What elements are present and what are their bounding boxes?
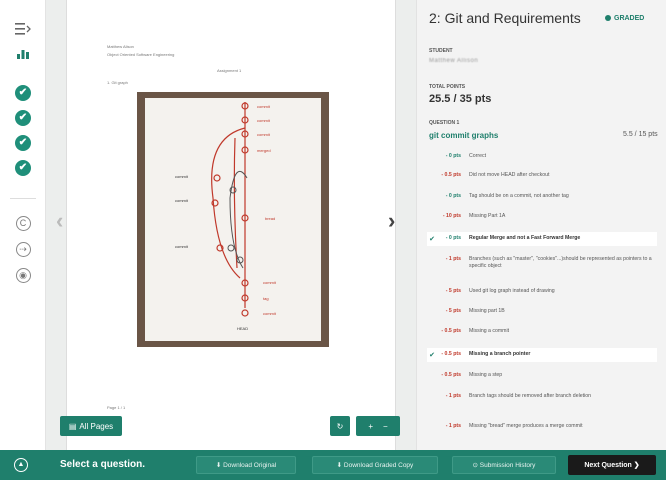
rotate-button[interactable]: ↻ <box>330 416 350 436</box>
svg-text:commit: commit <box>257 104 271 109</box>
svg-text:commit: commit <box>175 198 189 203</box>
download-original-button[interactable]: ⬇ Download Original <box>196 456 296 474</box>
rubric-check-icon <box>427 193 437 194</box>
zoom-controls: + − <box>356 416 400 436</box>
rubric-item-selected[interactable]: ✔ - 0 pts Regular Merge and not a Fast For… <box>427 232 657 246</box>
ungraded-circle-icon: ⇢ <box>15 241 31 257</box>
grading-panel: 2: Git and Requirements GRADED STUDENT M… <box>416 0 666 450</box>
rubric-check-icon <box>427 308 437 309</box>
student-label: STUDENT <box>429 48 453 54</box>
rubric-check-icon <box>427 372 437 373</box>
svg-text:commit: commit <box>263 280 277 285</box>
total-points-label: TOTAL POINTS <box>429 84 466 90</box>
submission-history-button[interactable]: ⊙ Submission History <box>452 456 556 474</box>
rubric-check-icon <box>427 256 437 257</box>
rubric-item[interactable]: - 0.5 pts Did not move HEAD after checkou… <box>427 172 657 179</box>
svg-text:commit: commit <box>257 132 271 137</box>
question-rail: ✔ ✔ ✔ ✔ C ⇢ ◉ <box>0 0 46 450</box>
rail-divider <box>10 198 36 199</box>
ungraded-circle-icon: C <box>15 215 31 231</box>
question-points: 5.5 / 15 pts <box>623 131 658 138</box>
course-header: Object Oriented Software Engineering <box>107 52 175 57</box>
all-pages-label: All Pages <box>79 421 114 431</box>
question-selector-icon[interactable]: ▲ <box>14 458 28 472</box>
rubric-check-icon <box>427 328 437 329</box>
check-icon: ✔ <box>15 85 31 101</box>
rubric-item[interactable]: - 0 pts Tag should be on a commit, not an… <box>427 193 657 200</box>
svg-text:bread: bread <box>265 216 275 221</box>
status-text: GRADED <box>614 15 645 22</box>
rubric-item[interactable]: - 1 pts Branches (such as "master", "cook… <box>427 256 657 270</box>
status-dot-icon <box>605 15 611 22</box>
svg-text:commit: commit <box>257 118 271 123</box>
svg-text:HEAD: HEAD <box>237 326 248 331</box>
rubric-item[interactable]: - 0.5 pts Missing a step <box>427 372 657 379</box>
status-badge: GRADED <box>605 15 644 22</box>
question-2-graded-check[interactable]: ✔ <box>14 109 32 127</box>
rubric-item[interactable]: - 5 pts Used git log graph instead of dra… <box>427 288 657 295</box>
rubric-item[interactable]: - 0 pts Correct <box>427 153 657 160</box>
submission-page: Matthew Alison Object Oriented Software … <box>66 0 396 450</box>
question-3-graded-check[interactable]: ✔ <box>14 134 32 152</box>
bottom-action-bar: ▲ Select a question. ⬇ Download Original… <box>0 450 666 480</box>
question-title: 2: Git and Requirements <box>429 10 581 26</box>
item-header: 1. Git graph <box>107 80 128 85</box>
check-icon: ✔ <box>15 110 31 126</box>
bar-chart-icon[interactable] <box>14 44 32 62</box>
rubric-item[interactable]: - 0.5 pts Missing a commit <box>427 328 657 335</box>
rubric-item[interactable]: - 10 pts Missing Part 1A <box>427 213 657 220</box>
rubric-item[interactable]: - 1 pts Missing "bread" merge produces a … <box>427 423 657 430</box>
student-name: Matthew Allison <box>429 58 479 64</box>
page-number: Page 1 / 1 <box>107 405 126 410</box>
rubric-check-icon <box>427 393 437 394</box>
download-graded-copy-button[interactable]: ⬇ Download Graded Copy <box>312 456 438 474</box>
collapse-menu-icon[interactable] <box>14 20 32 38</box>
svg-text:commit: commit <box>263 311 277 316</box>
rotate-icon: ↻ <box>336 421 344 431</box>
assignment-header: Assignment 1 <box>217 68 242 73</box>
zoom-out-icon[interactable]: − <box>383 422 388 431</box>
svg-text:commit: commit <box>175 174 189 179</box>
rubric-check-icon <box>427 153 437 154</box>
question-7-button[interactable]: ◉ <box>14 266 32 284</box>
handwritten-git-graph-photo: commit commit commit merged bread commit tag… <box>137 92 329 347</box>
checkmark-icon: ✔ <box>429 236 435 243</box>
next-page-arrow[interactable]: › <box>388 208 395 234</box>
next-question-button[interactable]: Next Question ❯ <box>568 455 656 475</box>
rubric-check-icon <box>427 423 437 424</box>
zoom-in-icon[interactable]: + <box>368 422 373 431</box>
select-question-prompt: Select a question. <box>60 459 146 470</box>
question-number-label: QUESTION 1 <box>429 120 460 126</box>
submission-viewer: Matthew Alison Object Oriented Software … <box>46 0 416 450</box>
question-1-graded-check[interactable]: ✔ <box>14 84 32 102</box>
svg-text:merged: merged <box>257 148 271 153</box>
rubric-item[interactable]: - 5 pts Missing part 1B <box>427 308 657 315</box>
check-icon: ✔ <box>15 135 31 151</box>
rubric-item[interactable]: - 1 pts Branch tags should be removed aft… <box>427 393 657 400</box>
git-graph-drawing: commit commit commit merged bread commit tag… <box>175 102 277 331</box>
paper-sheet: commit commit commit merged bread commit tag… <box>145 98 321 341</box>
document-icon: ▤ <box>68 421 77 431</box>
check-icon: ✔ <box>15 160 31 176</box>
previous-page-arrow[interactable]: ‹ <box>56 208 63 234</box>
all-pages-button[interactable]: ▤ All Pages <box>60 416 122 436</box>
rubric-check-icon <box>427 288 437 289</box>
question-5-button[interactable]: C <box>14 214 32 232</box>
question-4-graded-check[interactable]: ✔ <box>14 159 32 177</box>
total-points-value: 25.5 / 35 pts <box>429 93 492 105</box>
student-name-header: Matthew Alison <box>107 44 134 49</box>
question-6-button[interactable]: ⇢ <box>14 240 32 258</box>
rubric-item-selected[interactable]: ✔ - 0.5 pts Missing a branch pointer <box>427 348 657 362</box>
rubric-check-icon <box>427 172 437 173</box>
svg-text:commit: commit <box>175 244 189 249</box>
rubric-check-icon <box>427 213 437 214</box>
question-name: git commit graphs <box>429 131 499 140</box>
checkmark-icon: ✔ <box>429 352 435 359</box>
ungraded-circle-icon: ◉ <box>15 267 31 283</box>
svg-text:tag: tag <box>263 296 269 301</box>
